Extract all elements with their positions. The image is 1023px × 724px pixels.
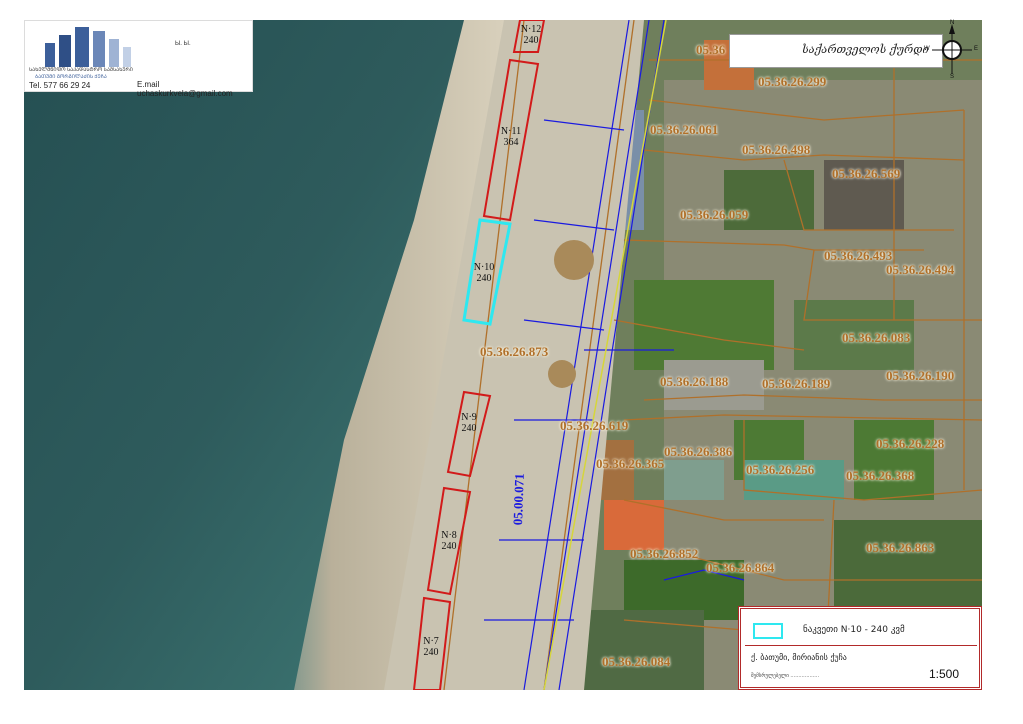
parcel-label[interactable]: 05.36.26.083 <box>842 330 910 346</box>
plot-label-11[interactable]: N·11 364 <box>498 126 524 148</box>
company-logo <box>45 27 131 67</box>
compass-icon <box>932 24 972 74</box>
plot-number: N·10 <box>473 262 495 273</box>
round-kiosk <box>548 360 576 388</box>
parcel-label[interactable]: 05.36.26.619 <box>560 418 628 434</box>
phone-number: Tel. 577 66 29 24 <box>29 81 91 90</box>
signature: საქართველოს ქურდი <box>802 43 929 56</box>
plot-label-8[interactable]: N·8 240 <box>436 530 462 552</box>
parcel-label[interactable]: 05.36.26.059 <box>680 207 748 223</box>
plot-number: N·7 <box>423 636 439 647</box>
plot-area: 240 <box>476 273 492 284</box>
email-address[interactable]: E.mail uchaskurkvela@gmail.com <box>137 80 252 98</box>
plot-number: N·11 <box>500 126 522 137</box>
company-header: Ы. Ы. ᲡᲐᲮᲔᲚᲛᲬᲘᲤᲝ ᲡᲐᲙᲐᲓᲐᲡᲢᲠᲝ ᲡᲐᲛᲡᲐᲮᲣᲠᲘ ᲑᲐ… <box>24 20 253 98</box>
parcel-label[interactable]: 05.36.26.864 <box>706 560 774 576</box>
compass-w: W <box>924 46 930 52</box>
legend-item: ნაკვეთი N·10 - 240 კვმ <box>803 625 905 635</box>
plot-area: 240 <box>441 541 457 552</box>
plot-number: N·8 <box>441 530 457 541</box>
parcel-label[interactable]: 05.36.26.368 <box>846 468 914 484</box>
parcel-label[interactable]: 05.36.26.493 <box>824 248 892 264</box>
parcel-label[interactable]: 05.36.26.873 <box>480 344 548 360</box>
legend-divider <box>745 645 977 646</box>
map-scale: 1:500 <box>929 667 960 681</box>
plot-number: N·9 <box>461 412 477 423</box>
compass-e: E <box>974 46 979 52</box>
parcel-label[interactable]: 05.36.26.084 <box>602 654 670 670</box>
plot-label-10[interactable]: N·10 240 <box>471 262 497 284</box>
parcel-label[interactable]: 05.36.26.228 <box>876 436 944 452</box>
plot-area: 240 <box>461 423 477 434</box>
legend-address: ქ. ბათუმი, მირიანის ქუჩა <box>751 653 847 662</box>
parcel-label[interactable]: 05.36.26.498 <box>742 142 810 158</box>
plot-area: 240 <box>523 35 539 46</box>
plot-area: 240 <box>423 647 439 658</box>
parcel-label[interactable]: 05.36.26.365 <box>596 456 664 472</box>
plot-label-9[interactable]: N·9 240 <box>456 412 482 434</box>
legend-executor: შემსრულებელი .................. <box>751 673 820 679</box>
company-line-1: ᲡᲐᲮᲔᲚᲛᲬᲘᲤᲝ ᲡᲐᲙᲐᲓᲐᲡᲢᲠᲝ ᲡᲐᲛᲡᲐᲮᲣᲠᲘ <box>29 67 133 73</box>
parcel-label[interactable]: 05.36.26.189 <box>762 376 830 392</box>
parcel-label[interactable]: 05.36.26.494 <box>886 262 954 278</box>
parcel-label[interactable]: 05.36.26.188 <box>660 374 728 390</box>
parcel-label[interactable]: 05.36.26.386 <box>664 444 732 460</box>
parcel-label[interactable]: 05.36.26.061 <box>650 122 718 138</box>
road-label: 05.00.071 <box>510 473 527 526</box>
parcel-label[interactable]: 05.36.26.256 <box>746 462 814 478</box>
parcel-label[interactable]: 05.36.26.299 <box>758 74 826 90</box>
plot-label-7[interactable]: N·7 240 <box>418 636 444 658</box>
company-line-2: ᲑᲐᲗᲣᲛᲘ ᲒᲝᲠᲒᲘᲚᲐᲫᲘᲡ ᲥᲣᲩᲐ <box>35 74 107 80</box>
compass-s: S <box>950 74 955 80</box>
parcel-label[interactable]: 05.36.26.190 <box>886 368 954 384</box>
round-kiosk <box>554 240 594 280</box>
parcel-label[interactable]: 05.36.26.863 <box>866 540 934 556</box>
parcel-label[interactable]: 05.36 <box>696 42 725 58</box>
orthophoto-map[interactable]: 05.36.26.061 05.36.26.299 05.36 05.36.26… <box>24 20 982 690</box>
north-arrow-icon: N S E W <box>924 20 980 82</box>
map-legend: ნაკვეთი N·10 - 240 კვმ ქ. ბათუმი, მირიან… <box>738 606 982 690</box>
plot-area: 364 <box>503 137 519 148</box>
compass-n: N <box>950 20 955 26</box>
signature-box: საქართველოს ქურდი <box>729 34 943 68</box>
parcel-label[interactable]: 05.36.26.852 <box>630 546 698 562</box>
plot-number: N·12 <box>520 24 542 35</box>
legend-swatch <box>753 623 783 639</box>
company-text: Ы. Ы. <box>175 41 191 47</box>
parcel-label[interactable]: 05.36.26.569 <box>832 166 900 182</box>
plot-label-12[interactable]: N·12 240 <box>518 24 544 46</box>
